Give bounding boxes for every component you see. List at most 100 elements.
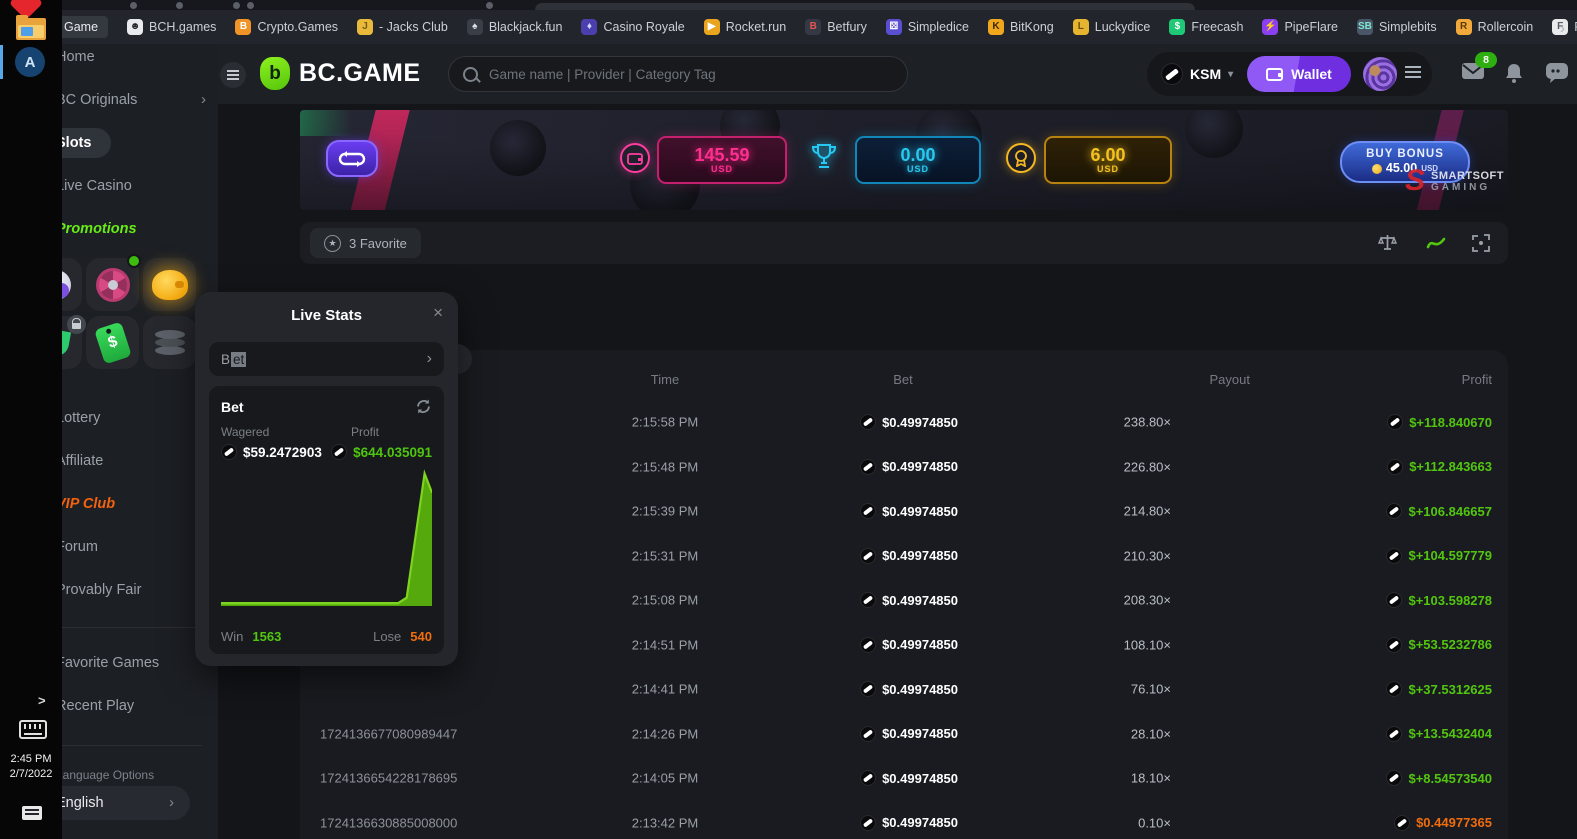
clock-time: 2:45 PM bbox=[0, 752, 62, 767]
bet-row[interactable]: 2:15:08 PM $0.49974850 208.30× $+103.598… bbox=[300, 578, 1508, 623]
bookmarks-overflow-chevron-icon[interactable]: › bbox=[1560, 20, 1565, 37]
pinned-app-icon[interactable]: A bbox=[15, 47, 45, 77]
bets-table: Time Bet Payout Profit 2:15:58 PM $0.499… bbox=[300, 350, 1508, 839]
browser-tab-bar[interactable] bbox=[0, 0, 1577, 10]
sidebar-item-label: Lottery bbox=[56, 410, 100, 426]
mail-button[interactable]: 8 bbox=[1461, 62, 1485, 80]
coins-stack-icon bbox=[155, 330, 185, 356]
game-tile-piggy[interactable] bbox=[143, 258, 196, 311]
bet-row[interactable]: 2:15:31 PM $0.49974850 210.30× $+104.597… bbox=[300, 534, 1508, 579]
taskbar-clock[interactable]: 2:45 PM 2/7/2022 bbox=[0, 752, 62, 782]
bookmark-item[interactable]: ⚡ PipeFlare bbox=[1262, 19, 1338, 35]
bet-row[interactable]: 2:15:58 PM $0.49974850 238.80× $+118.840… bbox=[300, 400, 1508, 445]
bookmark-item[interactable]: ♠ Blackjack.fun bbox=[467, 19, 563, 35]
bookmark-item[interactable]: B Betfury bbox=[805, 19, 867, 35]
tab-favicon[interactable] bbox=[130, 2, 137, 9]
sidebar-item-label: Affiliate bbox=[56, 453, 103, 469]
live-stats-trend-icon[interactable] bbox=[1426, 234, 1446, 252]
bet-profit: $+53.5232786 bbox=[1386, 637, 1492, 653]
close-icon[interactable]: × bbox=[433, 303, 443, 323]
bookmark-label: Betfury bbox=[827, 20, 867, 34]
bookmark-label: PipeFlare bbox=[1284, 20, 1338, 34]
profit-label: Profit bbox=[351, 425, 379, 439]
bookmark-item[interactable]: ♦ Casino Royale bbox=[581, 19, 684, 35]
selector-selected-text: et bbox=[231, 352, 246, 367]
notifications-bell-icon[interactable] bbox=[1503, 62, 1525, 84]
provider-sub: GAMING bbox=[1431, 182, 1504, 193]
bonus-display: 6.00 USD bbox=[1044, 136, 1172, 184]
autoplay-loop-button[interactable] bbox=[326, 140, 378, 177]
sidebar-item-label: Recent Play bbox=[56, 698, 134, 714]
sidebar-item-label: VIP Club bbox=[56, 496, 115, 512]
chat-icon[interactable] bbox=[1545, 62, 1569, 84]
ksm-coin-icon bbox=[860, 503, 876, 519]
bet-row[interactable]: 1724136630885008000 2:13:42 PM $0.499748… bbox=[300, 801, 1508, 839]
tab-favicon[interactable] bbox=[176, 2, 183, 9]
ksm-coin-icon bbox=[1394, 815, 1410, 831]
bookmark-label: Rocket.run bbox=[726, 20, 786, 34]
bookmark-label: - Jacks Club bbox=[379, 20, 448, 34]
game-tile-dollar-tag[interactable]: $ bbox=[86, 316, 139, 369]
file-explorer-icon[interactable] bbox=[16, 18, 46, 40]
ksm-coin-icon bbox=[1386, 637, 1402, 653]
bookmark-item[interactable]: $ Freecash bbox=[1169, 19, 1243, 35]
app-header: b BC.GAME KSM ▾ Wallet 8 bbox=[218, 44, 1577, 104]
wallet-button[interactable]: Wallet bbox=[1247, 56, 1351, 92]
show-hidden-icons-chevron[interactable]: > bbox=[38, 693, 46, 708]
action-center-icon[interactable] bbox=[22, 806, 42, 820]
stats-mode-selector[interactable]: Bet › bbox=[209, 342, 444, 376]
bookmark-item[interactable]: ☻ BCH.games bbox=[127, 19, 216, 35]
tab-favicon[interactable] bbox=[247, 2, 254, 9]
ksm-coin-icon bbox=[1386, 503, 1402, 519]
bet-row[interactable]: 2:15:48 PM $0.49974850 226.80× $+112.843… bbox=[300, 445, 1508, 490]
live-stats-chart bbox=[221, 468, 432, 606]
bet-row[interactable]: 2:14:51 PM $0.49974850 108.10× $+53.5232… bbox=[300, 623, 1508, 668]
bet-row[interactable]: 1724136654228178695 2:14:05 PM $0.499748… bbox=[300, 756, 1508, 801]
bookmark-favicon-icon: B bbox=[235, 19, 251, 35]
bookmark-item[interactable]: ▶ Rocket.run bbox=[704, 19, 786, 35]
table-body: 2:15:58 PM $0.49974850 238.80× $+118.840… bbox=[300, 400, 1508, 839]
bookmark-item[interactable]: SB Simplebits bbox=[1357, 19, 1437, 35]
bookmark-item[interactable]: K BitKong bbox=[988, 19, 1054, 35]
chevron-right-icon: › bbox=[201, 91, 206, 108]
game-search[interactable] bbox=[448, 56, 908, 92]
currency-selector[interactable]: KSM ▾ bbox=[1147, 63, 1241, 85]
star-icon: ★ bbox=[324, 235, 341, 252]
game-banner: 145.59 USD 0.00 USD 6.00 USD BUY BONUS bbox=[300, 110, 1508, 210]
profit-value: $644.035091 bbox=[353, 445, 432, 460]
bookmark-item[interactable]: J - Jacks Club bbox=[357, 19, 448, 35]
fairness-scale-icon[interactable] bbox=[1378, 234, 1397, 252]
fullscreen-icon[interactable] bbox=[1472, 234, 1490, 252]
favorite-count-button[interactable]: ★ 3 Favorite bbox=[310, 228, 421, 258]
bonus-unit: USD bbox=[1097, 165, 1119, 174]
refresh-icon[interactable] bbox=[415, 398, 432, 415]
account-menu-icon[interactable] bbox=[1405, 66, 1421, 80]
bet-row[interactable]: 1724136677080989447 2:14:26 PM $0.499748… bbox=[300, 712, 1508, 757]
hamburger-menu-icon[interactable] bbox=[220, 62, 246, 88]
bookmark-favicon-icon: ☻ bbox=[127, 19, 143, 35]
bet-profit: $+118.840670 bbox=[1387, 414, 1492, 430]
site-logo[interactable]: b BC.GAME bbox=[260, 57, 421, 90]
search-input[interactable] bbox=[487, 66, 893, 83]
currency-code: KSM bbox=[1190, 66, 1221, 82]
game-tile-coins[interactable] bbox=[143, 316, 196, 369]
tab-favicon[interactable] bbox=[233, 2, 240, 9]
tab-favicon[interactable] bbox=[486, 2, 493, 9]
ksm-coin-icon bbox=[1386, 726, 1402, 742]
bet-row[interactable]: 2:14:41 PM $0.49974850 76.10× $+37.53126… bbox=[300, 667, 1508, 712]
bet-profit: $+112.843663 bbox=[1387, 459, 1492, 475]
bet-id: 1724136630885008000 bbox=[320, 815, 457, 830]
bookmark-favicon-icon: SB bbox=[1357, 19, 1373, 35]
user-avatar[interactable] bbox=[1363, 57, 1397, 91]
bet-payout: 226.80× bbox=[960, 459, 1171, 474]
bookmark-item[interactable]: B Crypto.Games bbox=[235, 19, 338, 35]
active-tab[interactable] bbox=[535, 3, 1195, 10]
bookmark-item[interactable]: R Rollercoin bbox=[1456, 19, 1534, 35]
touch-keyboard-icon[interactable] bbox=[19, 720, 47, 739]
bet-profit: $+13.5432404 bbox=[1386, 726, 1492, 742]
bet-payout: 0.10× bbox=[960, 815, 1171, 830]
bookmark-item[interactable]: ⚄ Simpledice bbox=[886, 19, 969, 35]
bet-row[interactable]: 2:15:39 PM $0.49974850 214.80× $+106.846… bbox=[300, 489, 1508, 534]
bookmark-item[interactable]: L Luckydice bbox=[1073, 19, 1151, 35]
bookmark-label: Simpledice bbox=[908, 20, 969, 34]
